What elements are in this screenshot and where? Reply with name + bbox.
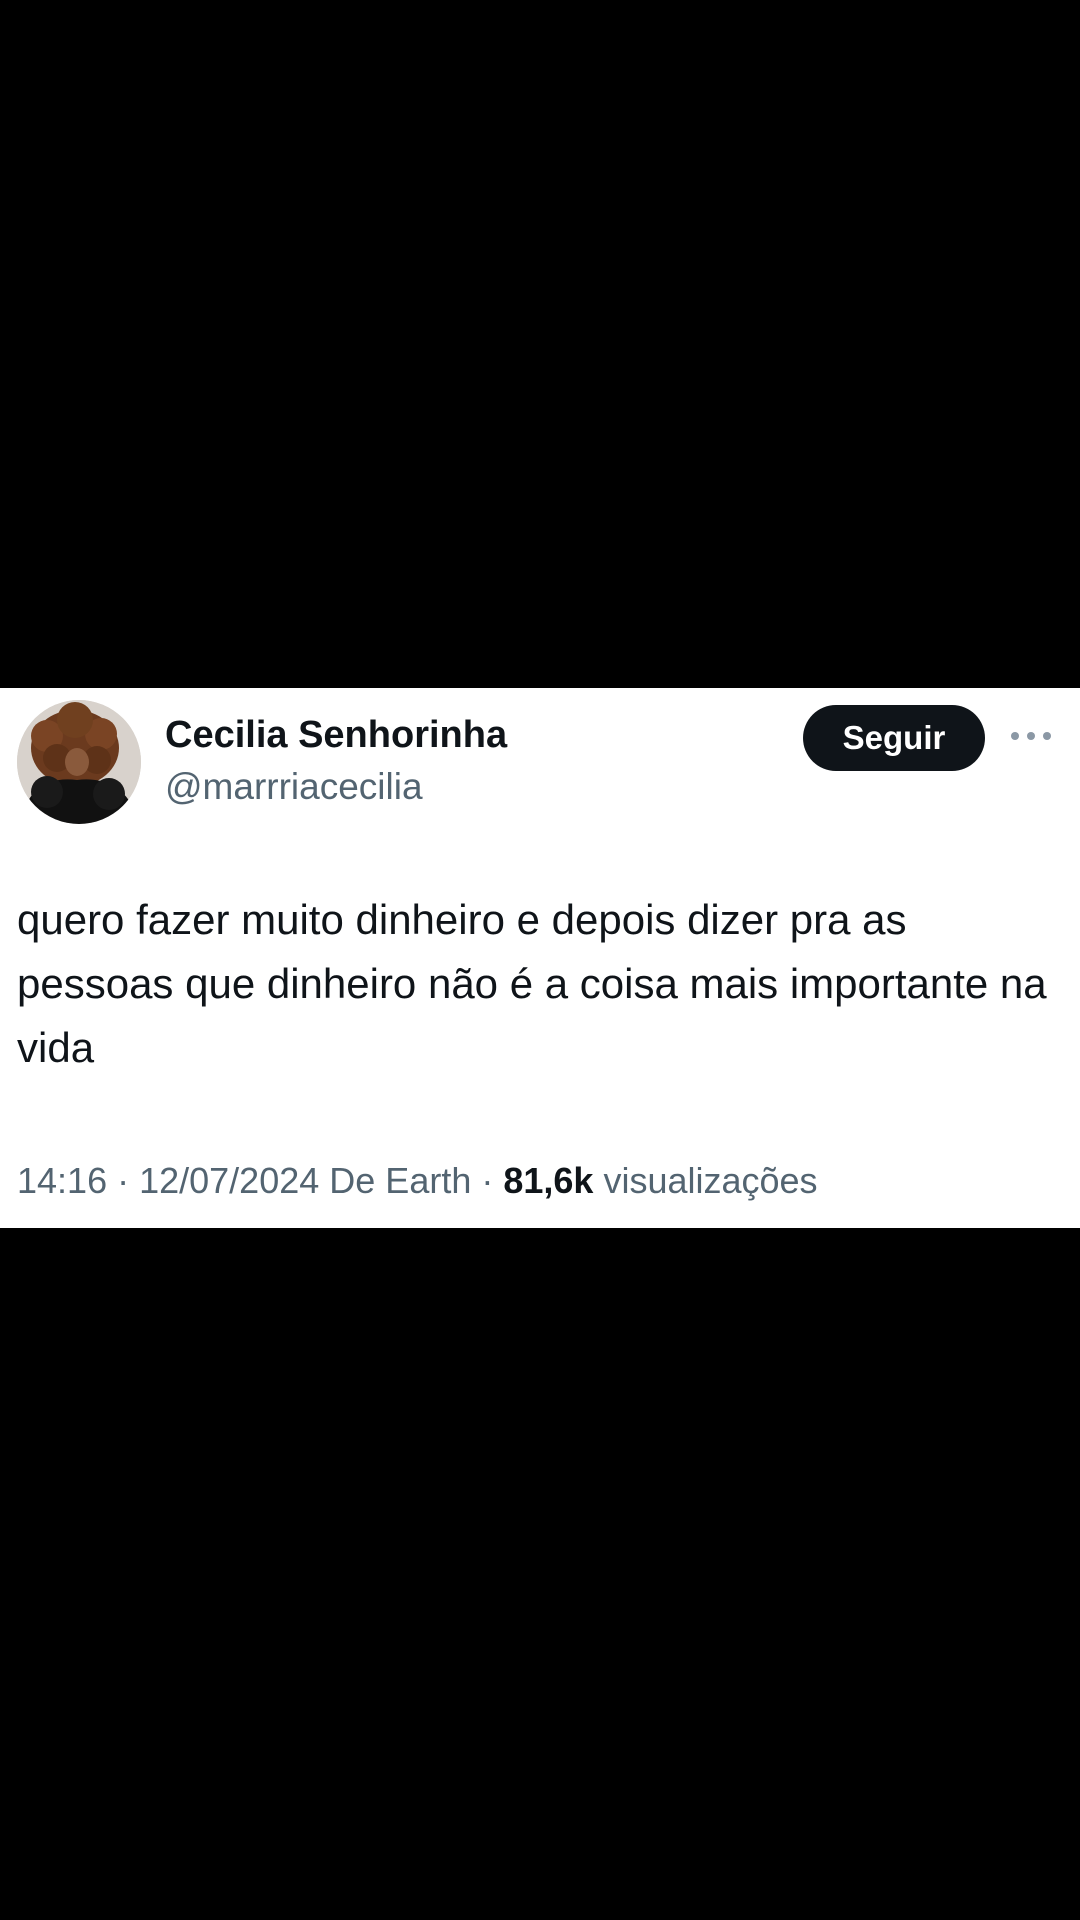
meta-separator: · [107,1160,140,1201]
user-handle[interactable]: @marrriacecilia [165,766,423,808]
views-count[interactable]: 81,6k [503,1160,593,1201]
follow-button[interactable]: Seguir [803,705,985,771]
views-label: visualizações [593,1160,818,1201]
meta-separator: · [471,1160,504,1201]
screen: Cecilia Senhorinha @marrriacecilia Segui… [0,0,1080,1920]
tweet-text: quero fazer muito dinheiro e depois dize… [17,896,1047,1071]
tweet-source: De Earth [319,1160,472,1201]
avatar-image [17,700,141,824]
tweet-meta: 14:16 · 12/07/2024 De Earth · 81,6k visu… [17,1160,818,1202]
tweet-date[interactable]: 12/07/2024 [139,1160,319,1201]
avatar[interactable] [17,700,141,824]
tweet-card[interactable]: Cecilia Senhorinha @marrriacecilia Segui… [0,688,1080,1228]
ellipsis-icon [1011,732,1051,740]
more-options-button[interactable] [1005,716,1057,756]
display-name[interactable]: Cecilia Senhorinha [165,714,507,757]
tweet-time[interactable]: 14:16 [17,1160,107,1201]
